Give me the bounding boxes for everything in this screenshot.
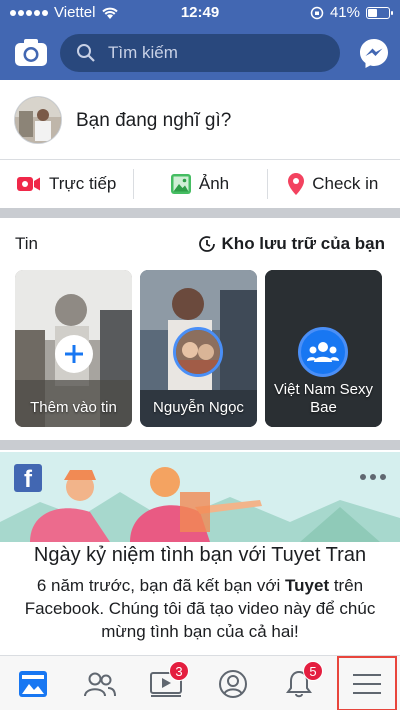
stories-title: Tin [15, 234, 38, 253]
top-bar: Viettel 12:49 41% [0, 0, 400, 80]
check-in-label: Check in [312, 174, 379, 193]
live-video-label: Trực tiếp [48, 174, 117, 193]
story-card[interactable]: Nguyễn Ngọc [140, 270, 257, 427]
photo-button[interactable]: Ảnh [133, 161, 266, 207]
tab-menu[interactable] [337, 656, 397, 710]
history-clock-icon [198, 236, 215, 252]
profile-icon [219, 669, 247, 698]
story-avatar [173, 327, 223, 377]
menu-icon [353, 673, 381, 694]
story-archive-link[interactable]: Kho lưu trữ của bạn [198, 234, 385, 254]
more-options-icon[interactable] [360, 474, 386, 480]
add-to-story-card[interactable]: Thêm vào tin [15, 270, 132, 427]
facebook-logo-icon: f [14, 464, 42, 493]
memory-illustration: f [0, 452, 400, 542]
avatar[interactable] [14, 96, 62, 144]
story-label: Nguyễn Ngọc [153, 399, 244, 416]
orientation-lock-icon [310, 6, 324, 19]
battery-icon [366, 6, 393, 19]
tab-watch[interactable]: 3 [133, 656, 199, 710]
live-video-icon [16, 177, 40, 191]
tab-friends[interactable] [67, 656, 133, 710]
plus-icon [65, 345, 83, 363]
photo-label: Ảnh [198, 174, 230, 193]
search-icon [77, 44, 95, 62]
group-avatar [298, 327, 348, 377]
photo-icon [170, 174, 191, 194]
status-bar: Viettel 12:49 41% [0, 0, 400, 28]
story-card[interactable]: Việt Nam Sexy Bae [265, 270, 382, 427]
composer-actions: Trực tiếp Ảnh Check in [0, 161, 400, 207]
watch-badge: 3 [169, 661, 189, 681]
live-video-button[interactable]: Trực tiếp [0, 161, 133, 207]
story-label: Việt Nam Sexy Bae [274, 381, 373, 416]
location-pin-icon [288, 173, 305, 195]
tab-notifications[interactable]: 5 [266, 656, 332, 710]
notifications-badge: 5 [303, 661, 323, 681]
tab-profile[interactable] [200, 656, 266, 710]
composer-prompt[interactable]: Bạn đang nghĩ gì? [76, 110, 231, 132]
friends-illustration [0, 467, 400, 542]
search-bar[interactable] [60, 34, 340, 72]
memory-text: 6 năm trước, bạn đã kết bạn với Tuyet tr… [24, 576, 376, 641]
messenger-icon[interactable] [358, 37, 390, 69]
camera-icon[interactable] [14, 37, 48, 67]
check-in-button[interactable]: Check in [266, 161, 400, 207]
group-icon [307, 342, 339, 362]
battery-percent: 41% [329, 4, 360, 21]
post-composer[interactable]: Bạn đang nghĩ gì? [0, 80, 400, 160]
tab-news-feed[interactable] [0, 656, 66, 710]
news-feed-icon [19, 670, 47, 697]
friends-icon [84, 672, 116, 696]
stories-header: Tin Kho lưu trữ của bạn [15, 230, 385, 258]
add-story-button[interactable] [55, 335, 93, 373]
section-divider [0, 208, 400, 218]
memory-title: Ngày kỷ niệm tình bạn với Tuyet Tran [33, 544, 367, 566]
story-archive-label: Kho lưu trữ của bạn [221, 234, 385, 253]
story-label: Thêm vào tin [30, 399, 117, 416]
section-divider [0, 440, 400, 450]
search-input[interactable] [108, 41, 328, 65]
bottom-navigation: 3 5 [0, 655, 400, 710]
